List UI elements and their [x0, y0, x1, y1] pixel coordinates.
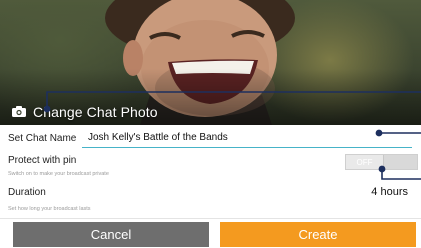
chat-photo[interactable]: Change Chat Photo — [0, 0, 421, 125]
chat-name-input[interactable]: Josh Kelly's Battle of the Bands — [82, 128, 412, 148]
actions-divider — [0, 218, 421, 219]
chat-name-row: Set Chat Name Josh Kelly's Battle of the… — [0, 127, 421, 149]
duration-hint: Set how long your broadcast lasts — [8, 206, 91, 212]
change-photo-label[interactable]: Change Chat Photo — [33, 104, 158, 120]
protect-pin-hint: Switch on to make your broadcast private — [8, 171, 109, 177]
protect-pin-title: Protect with pin — [8, 155, 77, 166]
chat-name-label: Set Chat Name — [8, 132, 77, 144]
duration-value[interactable]: 4 hours — [371, 186, 408, 198]
duration-row[interactable]: Duration Set how long your broadcast las… — [0, 184, 421, 214]
protect-pin-row: Protect with pin Switch on to make your … — [0, 152, 421, 182]
camera-icon — [12, 106, 26, 117]
create-chat-screen: Change Chat Photo Set Chat Name Josh Kel… — [0, 0, 421, 248]
duration-title: Duration — [8, 187, 46, 198]
cancel-button[interactable]: Cancel — [13, 222, 209, 247]
toggle-state-label: OFF — [346, 155, 384, 169]
protect-pin-toggle[interactable]: OFF — [345, 154, 418, 170]
create-button[interactable]: Create — [220, 222, 416, 247]
change-photo-bar[interactable]: Change Chat Photo — [0, 98, 421, 125]
